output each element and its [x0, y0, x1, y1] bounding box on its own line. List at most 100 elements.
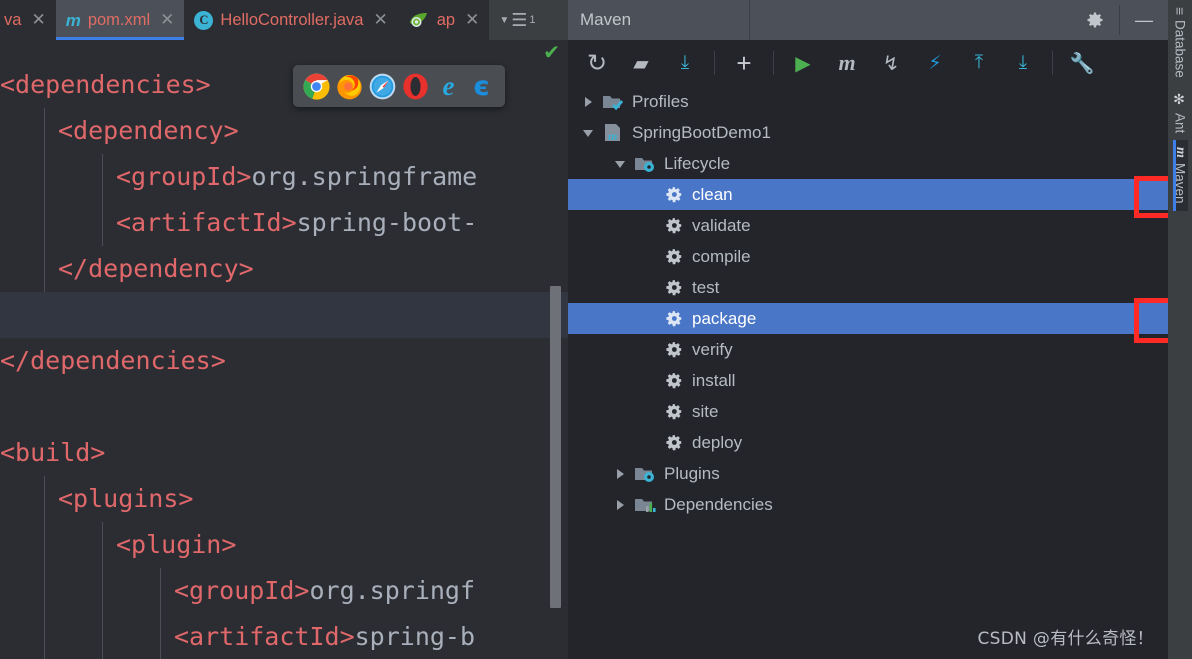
xml-tag: <plugins> — [58, 484, 194, 513]
maven-tool-window: Maven — ↻ ▰ ⤓ + ▶ m ↯ ⚡ ⤒ ⤓ 🔧 Profiles m SpringBootD… — [568, 0, 1192, 659]
xml-tag: <build> — [0, 438, 106, 467]
maven-minimize-button[interactable]: — — [1120, 0, 1168, 40]
execute-maven-goal-button[interactable]: m — [826, 43, 868, 83]
maven-settings-button[interactable]: 🔧 — [1061, 43, 1103, 83]
expand-all-button[interactable]: ⤒ — [958, 43, 1000, 83]
indent-guide — [44, 154, 45, 200]
maven-tree-item-lifecycle[interactable]: Lifecycle — [568, 148, 1168, 179]
generate-sources-button[interactable]: ▰ — [620, 43, 662, 83]
code-line: <build> — [0, 430, 568, 476]
edge-icon[interactable]: є — [468, 71, 495, 102]
toggle-skip-tests-button[interactable]: ↯ — [870, 43, 912, 83]
code-editor-area[interactable]: <dependencies> <dependency> <groupId>org.s… — [0, 40, 568, 659]
tab-list-icon: ☰ — [511, 10, 528, 30]
chevron-down-icon: ▼ — [499, 14, 510, 26]
maven-tree-item-verify[interactable]: verify — [568, 334, 1168, 365]
tab-pom-xml[interactable]: m pom.xml ✕ — [55, 0, 185, 40]
maven-tree-item-site[interactable]: site — [568, 396, 1168, 427]
firefox-icon[interactable] — [336, 73, 363, 100]
tree-arrow-placeholder — [644, 249, 660, 265]
close-icon[interactable]: ✕ — [31, 10, 45, 30]
toggle-skip-tests-icon: ↯ — [882, 52, 900, 75]
maven-tree-item-install[interactable]: install — [568, 365, 1168, 396]
code-line: </dependency> — [0, 246, 568, 292]
maven-tree-item-validate[interactable]: validate — [568, 210, 1168, 241]
reload-all-maven-projects-button[interactable]: ↻ — [576, 43, 618, 83]
maven-tree-item-label: site — [692, 402, 719, 421]
java-class-icon: C — [194, 10, 214, 30]
maven-tree-item-profiles[interactable]: Profiles — [568, 86, 1168, 117]
watermark: CSDN @有什么奇怪！ — [977, 629, 1154, 649]
stripe-button-label: Maven — [1172, 163, 1188, 204]
chevron-down-icon[interactable] — [612, 156, 628, 172]
indent-guide — [102, 614, 103, 659]
ant-bug-icon: ✻ — [1172, 91, 1188, 108]
run-maven-build-button[interactable]: ▶ — [782, 43, 824, 83]
opera-icon[interactable] — [402, 73, 429, 100]
indent-guide — [44, 108, 45, 154]
goal-gear-icon — [666, 217, 683, 234]
goal-gear-icon — [666, 248, 683, 265]
tab-application-properties[interactable]: ap ✕ — [397, 0, 490, 40]
maven-tree-item-label: verify — [692, 340, 733, 359]
maven-tree-item-plugins[interactable]: Plugins — [568, 458, 1168, 489]
stripe-button-database[interactable]: ≡ Database — [1172, 0, 1188, 85]
tabs-overflow-button[interactable]: ▼ ☰ 1 — [489, 0, 545, 40]
open-in-browser-popup[interactable]: e є — [293, 65, 505, 107]
tab-java-truncated[interactable]: va ✕ — [0, 0, 56, 40]
chrome-icon[interactable] — [303, 73, 330, 100]
download-sources-button[interactable]: ⤓ — [664, 43, 706, 83]
maven-tree-item-dependencies[interactable]: Dependencies — [568, 489, 1168, 520]
maven-tree-item-test[interactable]: test — [568, 272, 1168, 303]
generate-sources-icon: ▰ — [633, 52, 649, 75]
chevron-right-icon[interactable] — [612, 466, 628, 482]
tree-arrow-placeholder — [644, 187, 660, 203]
toggle-offline-mode-icon: ⚡ — [928, 52, 942, 74]
xml-tag: <groupId> — [174, 576, 310, 605]
maven-tree-item-label: compile — [692, 247, 751, 266]
maven-tree-item-deploy[interactable]: deploy — [568, 427, 1168, 458]
xml-tag: <dependency> — [58, 116, 239, 145]
xml-tag: </dependency> — [58, 254, 254, 283]
maven-tree-item-springbootdemo1[interactable]: m SpringBootDemo1 — [568, 117, 1168, 148]
tab-label: ap — [436, 10, 456, 29]
editor-vertical-scrollbar[interactable] — [550, 286, 561, 608]
maven-tree-item-label: package — [692, 309, 757, 328]
close-icon[interactable]: ✕ — [373, 10, 387, 30]
toolbar-separator — [773, 51, 774, 75]
stripe-button-maven[interactable]: m Maven — [1172, 140, 1188, 212]
add-maven-project-icon: + — [736, 47, 752, 78]
internet-explorer-icon[interactable]: e — [435, 71, 462, 101]
collapse-all-button[interactable]: ⤓ — [1002, 43, 1044, 83]
toolbar-separator — [714, 51, 715, 75]
maven-tree-item-clean[interactable]: clean — [568, 179, 1168, 210]
chevron-right-icon[interactable] — [580, 94, 596, 110]
tree-arrow-placeholder — [644, 404, 660, 420]
maven-tree-item-label: SpringBootDemo1 — [632, 123, 771, 142]
editor-pane: va ✕ m pom.xml ✕ C HelloController.java … — [0, 0, 568, 659]
maven-project-tree[interactable]: Profiles m SpringBootDemo1 Lifecycle clean va… — [568, 86, 1168, 659]
stripe-button-ant[interactable]: ✻ Ant — [1172, 85, 1188, 140]
tab-label: HelloController.java — [220, 10, 364, 29]
safari-icon[interactable] — [369, 73, 396, 100]
maven-tree-item-label: validate — [692, 216, 751, 235]
plugins-folder-icon — [634, 464, 656, 483]
tree-arrow-placeholder — [644, 435, 660, 451]
maven-tree-item-package[interactable]: package — [568, 303, 1168, 334]
xml-text: spring-boot- — [296, 208, 478, 237]
close-icon[interactable]: ✕ — [160, 10, 174, 30]
chevron-down-icon[interactable] — [580, 125, 596, 141]
execute-maven-goal-icon: m — [838, 50, 856, 75]
add-maven-project-button[interactable]: + — [723, 43, 765, 83]
maven-settings-icon: 🔧 — [1069, 52, 1095, 75]
close-icon[interactable]: ✕ — [465, 10, 479, 30]
tab-hellocontroller-java[interactable]: C HelloController.java ✕ — [184, 0, 398, 40]
toggle-offline-mode-button[interactable]: ⚡ — [914, 43, 956, 83]
chevron-right-icon[interactable] — [612, 497, 628, 513]
maven-settings-gear-icon[interactable] — [1071, 0, 1119, 40]
maven-m-icon: m — [1173, 147, 1188, 159]
xml-tag: </dependencies> — [0, 346, 226, 375]
maven-tree-item-compile[interactable]: compile — [568, 241, 1168, 272]
database-icon: ≡ — [1172, 7, 1188, 16]
